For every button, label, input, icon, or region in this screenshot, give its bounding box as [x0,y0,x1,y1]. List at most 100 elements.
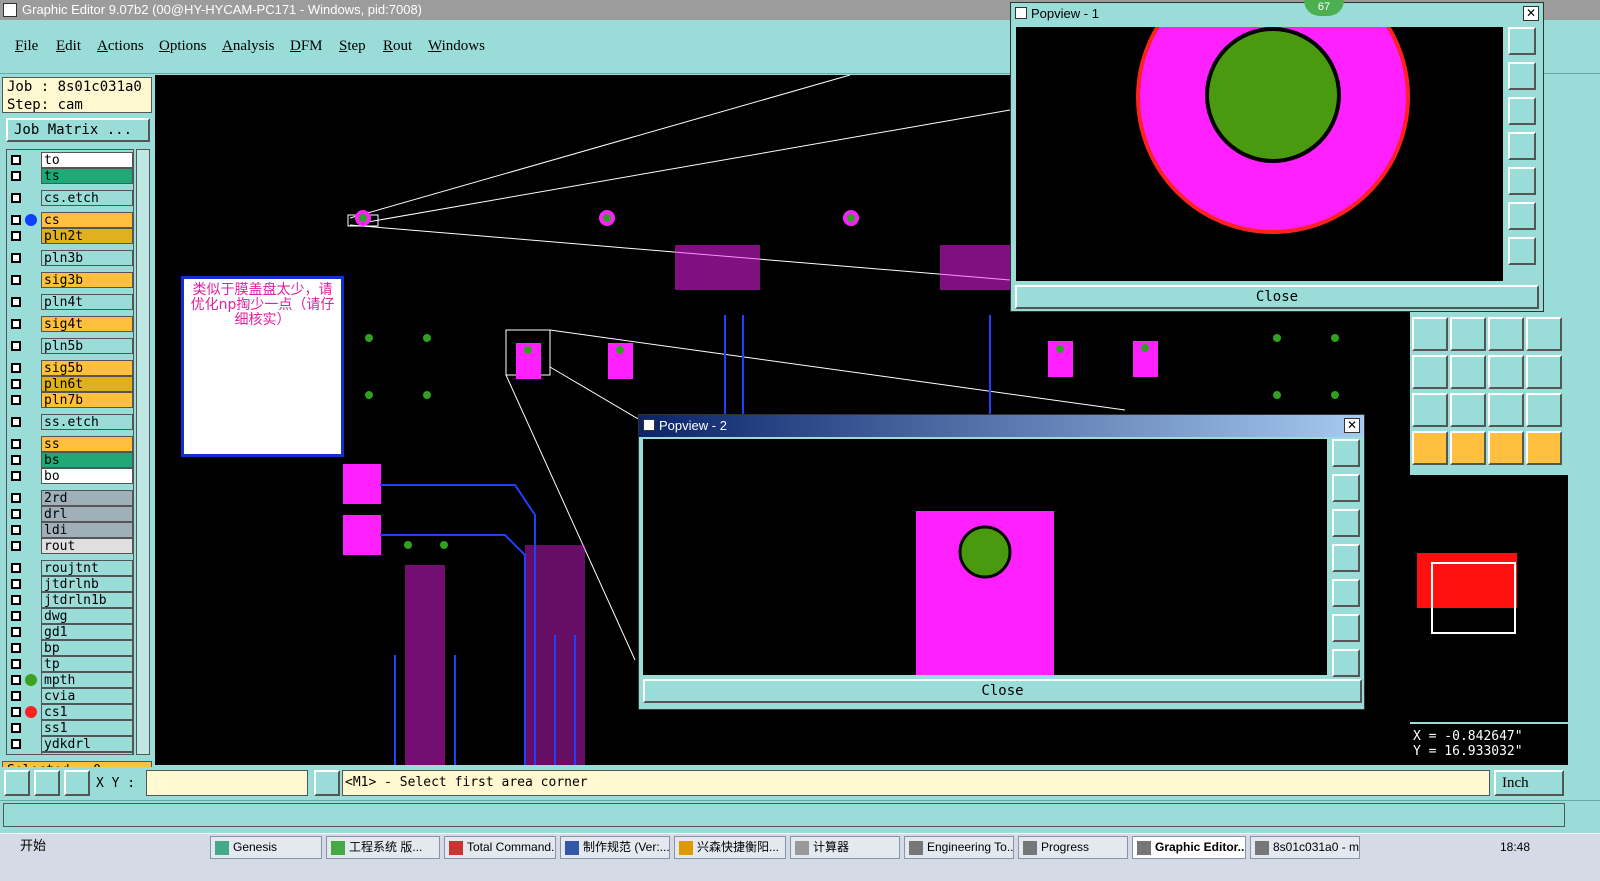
unit-selector[interactable]: Inch [1494,770,1564,796]
grid-icon[interactable] [64,770,90,796]
layer-name[interactable]: ydkdrl [41,736,133,752]
layer-checkbox[interactable] [11,379,21,389]
layer-checkbox[interactable] [11,455,21,465]
layer-name[interactable]: pln3b [41,250,133,266]
add-pad-icon[interactable] [1412,355,1448,389]
select-poly-icon[interactable] [1488,431,1524,465]
task-xingsen[interactable]: 兴森快捷衡阳... [674,836,786,859]
popview-1-view[interactable] [1016,27,1503,281]
layer-name[interactable]: jtdrln1b [41,592,133,608]
layer-row-jtdrlnb[interactable]: jtdrlnb [7,576,133,592]
task-graphic-editor[interactable]: Graphic Editor... [1132,836,1246,859]
layer-row-mpth[interactable]: mpth [7,672,133,688]
layer-checkbox[interactable] [11,171,21,181]
layer-checkbox[interactable] [11,275,21,285]
layer-name[interactable]: pln5b [41,338,133,354]
layer-checkbox[interactable] [11,611,21,621]
layer-row-bo[interactable]: bo [7,468,133,484]
layer-row-rout[interactable]: rout [7,538,133,554]
measure-4-icon[interactable] [1526,393,1562,427]
layer-row-dwg[interactable]: dwg [7,608,133,624]
layer-name[interactable]: ss1 [41,720,133,736]
layer-checkbox[interactable] [11,341,21,351]
layer-name[interactable]: sig4t [41,316,133,332]
layer-name[interactable]: cs [41,212,133,228]
layer-row-tp[interactable]: tp [7,656,133,672]
move-icon[interactable] [1450,355,1486,389]
layer-checkbox[interactable] [11,297,21,307]
layer-row-jtdrln1b[interactable]: jtdrln1b [7,592,133,608]
task-job-window[interactable]: 8s01c031a0 - m... [1250,836,1360,859]
layer-row-pln3b[interactable]: pln3b [7,250,133,266]
task-engineering-system[interactable]: 工程系统 版... [326,836,440,859]
layer-checkbox[interactable] [11,417,21,427]
layer-checkbox[interactable] [11,563,21,573]
close-icon[interactable]: ✕ [1523,6,1539,21]
task-progress[interactable]: Progress [1018,836,1128,859]
menu-actions[interactable]: Actions [97,38,144,55]
alert-icon[interactable] [314,770,340,796]
close-icon[interactable]: ✕ [1344,418,1360,433]
layer-checkbox[interactable] [11,707,21,717]
stretch-icon[interactable] [1488,355,1524,389]
layer-name[interactable]: pln2t [41,228,133,244]
layer-checkbox[interactable] [11,439,21,449]
pan-up-icon[interactable] [1508,62,1536,90]
layer-checkbox[interactable] [11,471,21,481]
layer-row-2rd[interactable]: 2rd [7,490,133,506]
overview-map[interactable] [1410,475,1568,722]
pan-left-icon[interactable] [1508,132,1536,160]
layer-checkbox[interactable] [11,739,21,749]
layer-row-sig4t[interactable]: sig4t [7,316,133,332]
layer-name[interactable]: ts [41,168,133,184]
add-arc-icon[interactable] [1488,317,1524,351]
popview-2-close-button[interactable]: Close [643,679,1362,703]
layer-name[interactable]: pln7b [41,392,133,408]
layer-name[interactable]: to [41,152,133,168]
layer-name[interactable]: d [41,752,133,754]
layer-row-pln6t[interactable]: pln6t [7,376,133,392]
menu-windows[interactable]: Windows [428,38,485,55]
zoom-in-icon[interactable] [1508,202,1536,230]
layer-row-cs[interactable]: cs [7,212,133,228]
layer-name[interactable]: tp [41,656,133,672]
menu-file[interactable]: File [15,38,38,55]
task-genesis[interactable]: Genesis [210,836,322,859]
layer-row-ss[interactable]: ss [7,436,133,452]
menu-options[interactable]: Options [159,38,207,55]
layer-row-ss-etch[interactable]: ss.etch [7,414,133,430]
task-calculator[interactable]: 计算器 [790,836,900,859]
zoom-in-icon[interactable] [1332,614,1360,642]
layer-checkbox[interactable] [11,541,21,551]
layer-checkbox[interactable] [11,215,21,225]
layer-row-roujtnt[interactable]: roujtnt [7,560,133,576]
layer-checkbox[interactable] [11,659,21,669]
layer-checkbox[interactable] [11,509,21,519]
layer-row-ldi[interactable]: ldi [7,522,133,538]
menu-edit[interactable]: Edit [56,38,81,55]
layer-scrollbar[interactable] [136,149,150,755]
layer-row-pln2t[interactable]: pln2t [7,228,133,244]
measure-icon[interactable] [34,770,60,796]
menu-step[interactable]: Step [339,38,366,55]
layer-name[interactable]: 2rd [41,490,133,506]
snap-icon[interactable] [4,770,30,796]
pan-down-icon[interactable] [1508,97,1536,125]
layer-name[interactable]: jtdrlnb [41,576,133,592]
layer-name[interactable]: roujtnt [41,560,133,576]
layer-checkbox[interactable] [11,627,21,637]
layer-row-ts[interactable]: ts [7,168,133,184]
layer-name[interactable]: ss.etch [41,414,133,430]
pan-right-icon[interactable] [1332,579,1360,607]
layer-name[interactable]: rout [41,538,133,554]
layer-name[interactable]: bo [41,468,133,484]
measure-icon[interactable] [1412,393,1448,427]
zoom-out-icon[interactable] [1508,237,1536,265]
add-line-red-icon[interactable] [1450,317,1486,351]
layer-checkbox[interactable] [11,193,21,203]
menu-dfm[interactable]: DFM [290,38,323,55]
layer-checkbox[interactable] [11,155,21,165]
layer-name[interactable]: ss [41,436,133,452]
layer-checkbox[interactable] [11,319,21,329]
layer-name[interactable]: drl [41,506,133,522]
